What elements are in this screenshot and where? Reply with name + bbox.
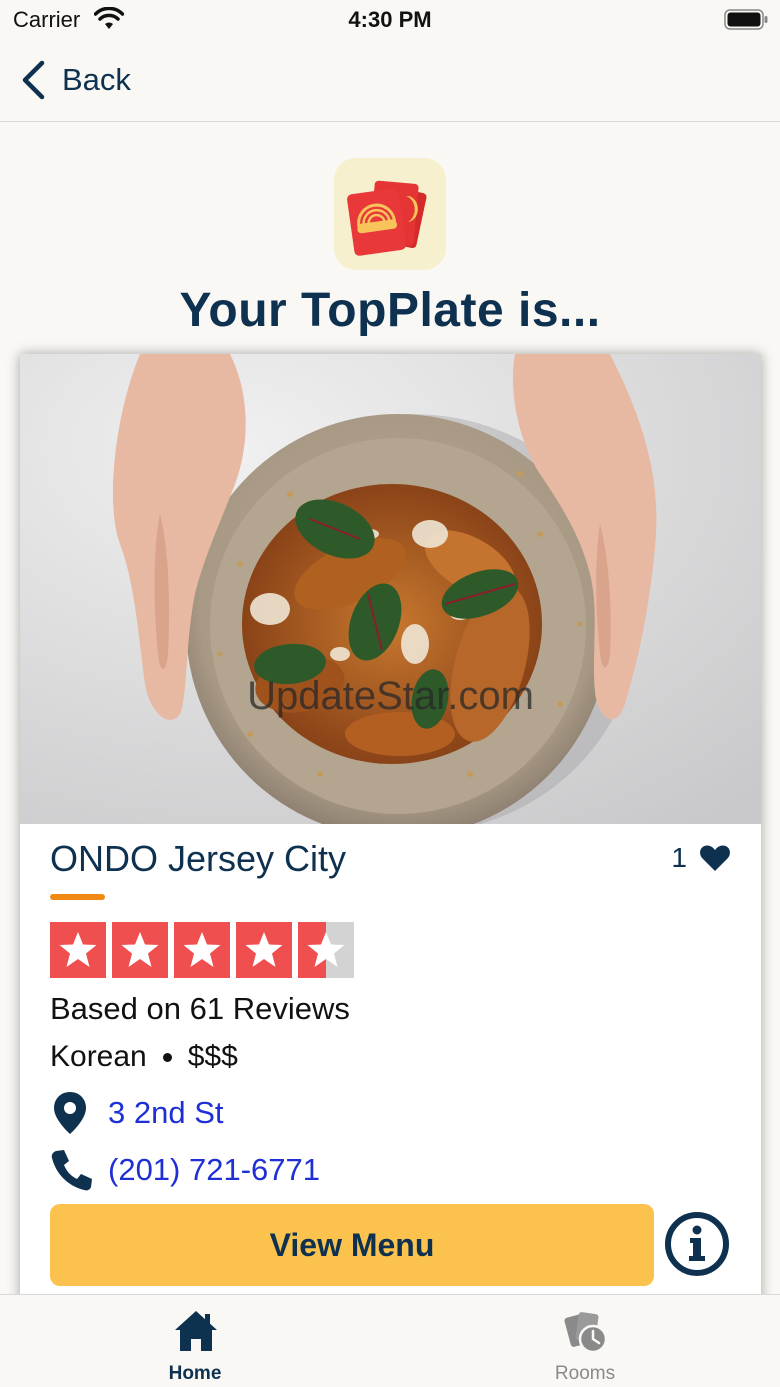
review-count: Based on 61 Reviews: [50, 991, 350, 1026]
half-star-icon: [298, 922, 354, 978]
address-link[interactable]: 3 2nd St: [50, 1090, 223, 1136]
likes-button[interactable]: 1: [671, 842, 731, 874]
star-rating: [50, 922, 360, 978]
name-underline: [50, 894, 105, 900]
tab-bar: Home Rooms: [0, 1294, 780, 1387]
tab-home-label: Home: [168, 1363, 222, 1384]
restaurant-name: ONDO Jersey City: [50, 838, 347, 879]
back-label: Back: [62, 62, 131, 97]
app-logo: [334, 158, 446, 270]
battery-icon: [724, 9, 768, 30]
star-icon: [174, 922, 230, 978]
tab-rooms-label: Rooms: [554, 1363, 616, 1384]
cuisine-price-row: Korean $$$: [50, 1040, 238, 1074]
rooms-icon: [564, 1312, 608, 1353]
navigation-bar: Back: [0, 40, 780, 122]
heart-icon: [700, 845, 730, 871]
status-bar: Carrier 4:30 PM: [0, 0, 780, 40]
phone-icon: [51, 1150, 92, 1191]
topplate-logo-icon: [347, 180, 427, 256]
back-button[interactable]: Back: [20, 58, 131, 102]
chevron-left-icon: [22, 60, 45, 100]
home-icon: [175, 1311, 217, 1351]
price-label: $$$: [187, 1040, 238, 1073]
info-icon[interactable]: [664, 1211, 730, 1277]
star-icon: [112, 922, 168, 978]
likes-count: 1: [671, 842, 687, 873]
watermark-text: UpdateStar.com: [247, 674, 534, 718]
status-time: 4:30 PM: [348, 7, 432, 32]
tab-home[interactable]: Home: [0, 1295, 390, 1387]
phone-text: (201) 721-6771: [108, 1152, 320, 1187]
restaurant-card: UpdateStar.com ONDO Jersey City 1 Based …: [20, 354, 761, 1314]
location-pin-icon: [54, 1092, 86, 1134]
cuisine-label: Korean: [50, 1040, 147, 1073]
star-icon: [236, 922, 292, 978]
view-menu-button[interactable]: View Menu: [50, 1204, 654, 1286]
separator-dot: [162, 1052, 172, 1062]
star-icon: [50, 922, 106, 978]
address-text: 3 2nd St: [108, 1095, 224, 1130]
phone-link[interactable]: (201) 721-6771: [50, 1148, 320, 1192]
restaurant-photo: UpdateStar.com: [20, 354, 761, 824]
tab-rooms[interactable]: Rooms: [390, 1295, 780, 1387]
page-title: Your TopPlate is...: [179, 284, 601, 337]
